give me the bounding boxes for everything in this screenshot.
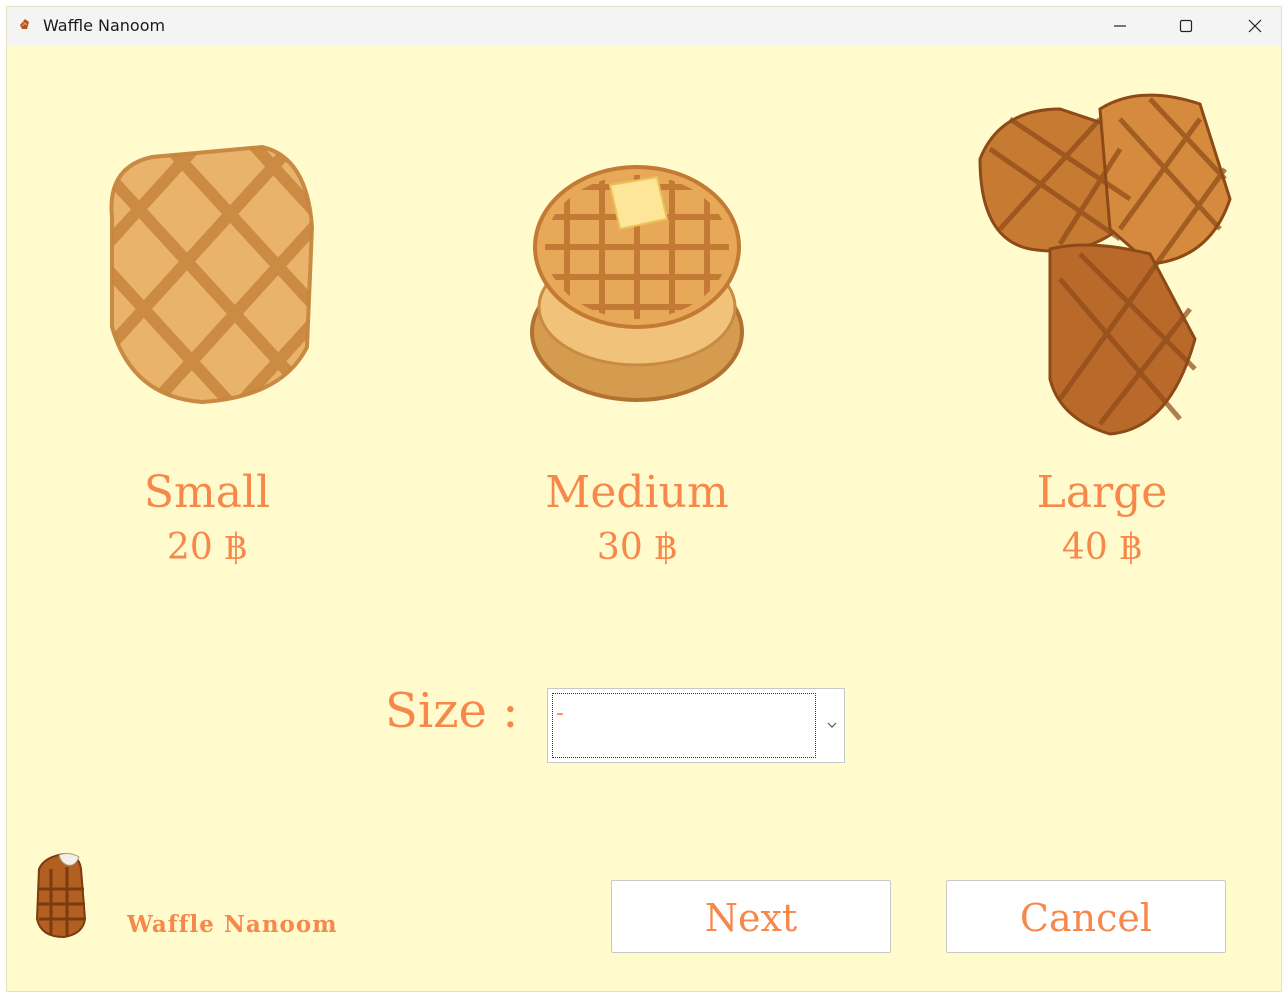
minimize-button[interactable] <box>1087 7 1153 45</box>
window-title: Waffle Nanoom <box>43 16 166 35</box>
app-window: Waffle Nanoom Small 20 ฿ Medium 30 ฿ Lar… <box>6 6 1282 992</box>
product-name-small: Small <box>143 467 271 518</box>
size-label: Size : <box>385 683 519 739</box>
size-selected-value: - <box>556 701 564 726</box>
brand-name: Waffle Nanoom <box>127 911 338 938</box>
single-waffle-icon <box>109 144 315 405</box>
product-price-medium: 30 ฿ <box>596 527 678 568</box>
waffle-app-icon <box>20 19 29 29</box>
product-name-medium: Medium <box>545 467 729 518</box>
product-price-small: 20 ฿ <box>166 527 248 568</box>
product-price-large: 40 ฿ <box>1061 527 1143 568</box>
maximize-icon <box>1179 19 1193 33</box>
minimize-icon <box>1114 25 1126 27</box>
product-name-large: Large <box>1036 467 1168 518</box>
waffle-pile-icon <box>977 93 1232 436</box>
bitten-waffle-icon <box>35 852 87 939</box>
size-dropdown[interactable]: - <box>547 688 845 763</box>
product-small: Small 20 ฿ <box>87 127 327 568</box>
next-button[interactable]: Next <box>611 880 891 953</box>
product-medium: Medium 30 ฿ <box>517 127 757 568</box>
maximize-button[interactable] <box>1153 7 1219 45</box>
title-bar[interactable]: Waffle Nanoom <box>7 7 1281 45</box>
chevron-down-icon[interactable] <box>826 719 838 731</box>
waffle-stack-icon <box>530 165 744 402</box>
close-icon <box>1248 19 1262 33</box>
focus-rectangle <box>552 693 816 758</box>
product-large: Large 40 ฿ <box>967 79 1237 569</box>
cancel-button[interactable]: Cancel <box>946 880 1226 953</box>
close-button[interactable] <box>1222 7 1287 45</box>
